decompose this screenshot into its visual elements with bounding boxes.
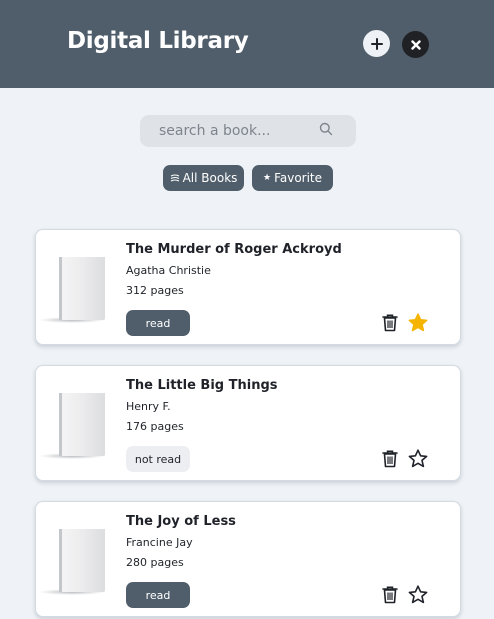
read-status-label: read [145,588,171,602]
close-button[interactable] [402,31,429,58]
book-title: The Little Big Things [126,378,278,393]
book-card: The Little Big Things Henry F. 176 pages no… [35,365,461,481]
book-cover-image [39,393,105,459]
star-filled-icon[interactable] [408,313,428,332]
app-header: Digital Library [0,0,494,88]
add-book-button[interactable] [363,30,390,57]
book-author: Francine Jay [126,536,193,549]
book-title: The Joy of Less [126,514,236,529]
read-status-label: not read [134,452,182,466]
book-pages: 280 pages [126,556,184,569]
trash-icon[interactable] [381,449,399,468]
read-status-button[interactable]: read [126,582,190,608]
app-title: Digital Library [67,28,249,54]
star-outline-icon[interactable] [408,585,428,604]
read-status-label: read [145,316,171,330]
book-pages: 176 pages [126,420,184,433]
book-cover-image [39,257,105,323]
book-author: Agatha Christie [126,264,211,277]
plus-icon [370,37,383,50]
book-author: Henry F. [126,400,171,413]
book-cover-image [39,529,105,595]
filter-all-books-button[interactable]: All Books [163,165,244,191]
filter-favorite-label: Favorite [274,171,323,185]
filter-favorite-button[interactable]: ★ Favorite [252,165,333,191]
close-icon [410,39,421,50]
search-icon[interactable] [319,122,333,136]
read-status-button[interactable]: not read [126,446,190,472]
trash-icon[interactable] [381,585,399,604]
book-card: The Joy of Less Francine Jay 280 pages read [35,501,461,617]
read-status-button[interactable]: read [126,310,190,336]
trash-icon[interactable] [381,313,399,332]
books-icon [170,174,179,182]
book-card: The Murder of Roger Ackroyd Agatha Christ… [35,229,461,345]
filter-all-books-label: All Books [182,171,238,185]
book-pages: 312 pages [126,284,184,297]
book-title: The Murder of Roger Ackroyd [126,242,342,257]
star-icon: ★ [262,172,272,183]
star-outline-icon[interactable] [408,449,428,468]
